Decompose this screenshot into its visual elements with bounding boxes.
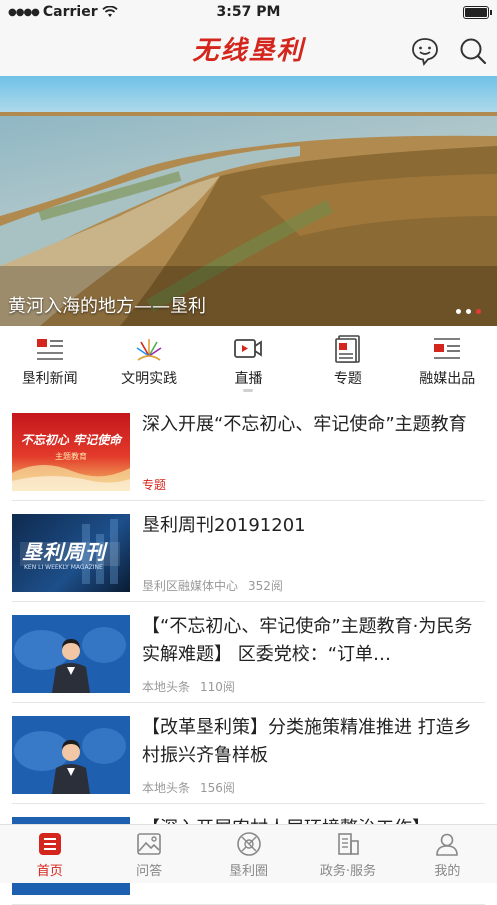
thumbnail: 不忘初心 牢记使命 主题教育 bbox=[12, 413, 130, 491]
home-icon bbox=[38, 833, 61, 855]
item-meta: 本地头条 156阅 bbox=[142, 779, 235, 796]
category-news[interactable]: 垦利新闻 bbox=[0, 326, 99, 396]
video-icon bbox=[234, 339, 263, 358]
news-anchor-image bbox=[12, 716, 130, 794]
list-item[interactable]: 【改革垦利策】分类施策精准推进 打造乡村振兴齐鲁样板 本地头条 156阅 bbox=[12, 703, 485, 804]
circle-icon bbox=[236, 832, 261, 856]
thumbnail-subtext: 主题教育 bbox=[55, 452, 87, 461]
thumbnail: 垦利周刊 KEN LI WEEKLY MAGAZINE bbox=[12, 514, 130, 592]
tab-qa[interactable]: 问答 bbox=[99, 825, 198, 883]
clock: 3:57 PM bbox=[216, 4, 281, 20]
tab-circle[interactable]: 垦利圈 bbox=[199, 825, 298, 883]
list-item[interactable]: 不忘初心 牢记使命 主题教育 深入开展“不忘初心、牢记使命”主题教育 专题 bbox=[12, 400, 485, 501]
status-bar: ●●●● Carrier 3:57 PM bbox=[0, 0, 497, 24]
category-nav: 垦利新闻 文明实践 直播 专题 融媒出品 bbox=[0, 326, 497, 396]
item-meta: 本地头条 110阅 bbox=[142, 678, 235, 695]
banner-caption: 黄河入海的地方——垦利 bbox=[8, 296, 206, 317]
profile-icon bbox=[436, 833, 459, 856]
tab-label: 我的 bbox=[434, 864, 461, 879]
tab-service[interactable]: 政务·服务 bbox=[298, 825, 397, 883]
item-title: 垦利周刊20191201 bbox=[142, 515, 306, 536]
search-icon[interactable] bbox=[458, 36, 488, 66]
tab-home[interactable]: 首页 bbox=[0, 825, 99, 883]
category-label: 专题 bbox=[333, 371, 362, 387]
category-indicator bbox=[243, 389, 254, 392]
media-icon bbox=[434, 338, 461, 359]
thumbnail-text: 垦利周刊 bbox=[22, 540, 106, 564]
list-item[interactable]: 垦利周刊 KEN LI WEEKLY MAGAZINE 垦利周刊20191201… bbox=[12, 501, 485, 602]
item-source: 垦利区融媒体中心 bbox=[142, 579, 239, 593]
banner-pagination bbox=[456, 309, 481, 314]
thumbnail-text: 不忘初心 牢记使命 bbox=[20, 433, 122, 447]
category-live[interactable]: 直播 bbox=[199, 326, 298, 396]
tab-profile[interactable]: 我的 bbox=[398, 825, 497, 883]
item-reads: 110阅 bbox=[200, 680, 235, 694]
document-icon bbox=[335, 335, 360, 363]
tab-label: 政务·服务 bbox=[319, 864, 376, 879]
item-meta: 垦利区融媒体中心 352阅 bbox=[142, 577, 283, 594]
category-civility[interactable]: 文明实践 bbox=[99, 326, 198, 396]
category-label: 垦利新闻 bbox=[21, 371, 78, 387]
item-title: 【“不忘初心、牢记使命”主题教育·为民务实解难题】 区委党校：“订单… bbox=[142, 616, 473, 665]
item-meta: 专题 bbox=[142, 476, 166, 493]
item-reads: 156阅 bbox=[200, 781, 235, 795]
category-label: 文明实践 bbox=[121, 371, 178, 387]
thumbnail-subtext: KEN LI WEEKLY MAGAZINE bbox=[24, 564, 103, 571]
category-topics[interactable]: 专题 bbox=[298, 326, 397, 396]
tab-label: 首页 bbox=[36, 864, 63, 879]
item-reads: 352阅 bbox=[248, 579, 283, 593]
battery-icon bbox=[463, 6, 492, 19]
thumbnail bbox=[12, 716, 130, 794]
thumbnail bbox=[12, 615, 130, 693]
tab-label: 垦利圈 bbox=[229, 864, 269, 879]
category-media[interactable]: 融媒出品 bbox=[398, 326, 497, 396]
list-item[interactable]: 【“不忘初心、牢记使命”主题教育·为民务实解难题】 区委党校：“订单… 本地头条… bbox=[12, 602, 485, 703]
sun-icon bbox=[136, 339, 162, 361]
qa-icon bbox=[137, 833, 161, 855]
category-label: 直播 bbox=[234, 371, 263, 387]
category-label: 融媒出品 bbox=[419, 371, 476, 387]
hero-banner[interactable]: 黄河入海的地方——垦利 bbox=[0, 76, 497, 326]
news-icon bbox=[36, 339, 63, 360]
tab-label: 问答 bbox=[136, 864, 163, 879]
item-source: 本地头条 bbox=[142, 781, 191, 795]
news-anchor-image bbox=[12, 615, 130, 693]
pagination-dot bbox=[466, 309, 471, 314]
chat-bubble-icon[interactable] bbox=[410, 36, 440, 66]
pagination-dot-active bbox=[476, 309, 481, 314]
banner-image bbox=[0, 76, 497, 326]
bottom-tab-bar: 首页 问答 垦利圈 政务·服务 我的 bbox=[0, 824, 497, 883]
item-title: 【改革垦利策】分类施策精准推进 打造乡村振兴齐鲁样板 bbox=[142, 717, 472, 766]
item-title: 深入开展“不忘初心、牢记使命”主题教育 bbox=[142, 414, 467, 435]
topic-tag[interactable]: 专题 bbox=[142, 478, 166, 492]
pagination-dot bbox=[456, 309, 461, 314]
app-header: 无线垦利 bbox=[0, 24, 497, 76]
item-source: 本地头条 bbox=[142, 680, 191, 694]
service-icon bbox=[338, 833, 359, 855]
